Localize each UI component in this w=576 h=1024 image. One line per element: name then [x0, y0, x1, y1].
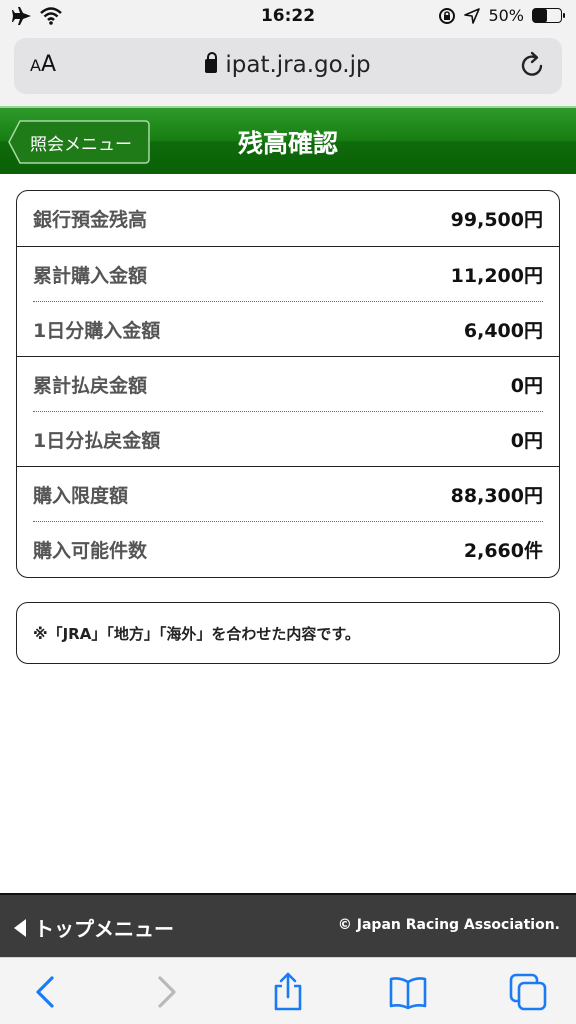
row-label: 購入可能件数 [33, 540, 148, 562]
row-value: 88,300円 [450, 485, 543, 507]
battery-icon [532, 8, 565, 23]
row-value: 99,500円 [450, 209, 543, 231]
left-triangle-icon [14, 918, 26, 937]
table-row: 累計払戻金額 0円 [17, 357, 559, 412]
note-text: ※「JRA」「地方」「海外」を合わせた内容です。 [33, 624, 360, 643]
tabs-icon[interactable] [508, 972, 548, 1012]
row-value: 2,660件 [463, 540, 543, 562]
page-footer: トップメニュー © Japan Racing Association. [0, 893, 576, 957]
status-bar: 16:22 50% [0, 0, 576, 34]
row-value: 6,400円 [463, 320, 543, 342]
row-value: 0円 [510, 430, 543, 452]
orientation-lock-icon [439, 7, 456, 24]
reload-icon[interactable] [518, 50, 548, 80]
top-menu-link[interactable]: トップメニュー [14, 913, 174, 942]
status-right: 50% [438, 6, 565, 25]
page-title: 残高確認 [237, 129, 338, 158]
row-label: 1日分払戻金額 [33, 430, 161, 452]
row-label: 購入限度額 [33, 485, 129, 507]
location-icon [464, 7, 481, 24]
battery-fill [533, 9, 547, 22]
address-bar[interactable]: AA ipat.jra.go.jp [14, 38, 562, 94]
browser-url-area: AA ipat.jra.go.jp [0, 34, 576, 106]
url-label: ipat.jra.go.jp [225, 52, 371, 78]
row-value: 0円 [510, 375, 543, 397]
balance-table: 銀行預金残高 99,500円 累計購入金額 11,200円 1日分購入金額 6,… [16, 190, 560, 578]
battery-percent: 50% [488, 6, 524, 25]
row-label: 累計購入金額 [33, 265, 148, 287]
row-label: 1日分購入金額 [33, 320, 161, 342]
row-value: 11,200円 [450, 265, 543, 287]
row-label: 累計払戻金額 [33, 375, 148, 397]
top-menu-label: トップメニュー [34, 917, 174, 941]
forward-arrow-icon[interactable] [146, 972, 186, 1012]
back-arrow-icon[interactable] [26, 972, 66, 1012]
share-icon[interactable] [268, 972, 308, 1012]
note-box: ※「JRA」「地方」「海外」を合わせた内容です。 [16, 602, 560, 664]
table-row: 1日分購入金額 6,400円 [17, 302, 559, 357]
row-label: 銀行預金残高 [33, 209, 148, 231]
bookmarks-icon[interactable] [388, 972, 428, 1012]
lock-icon [205, 52, 218, 73]
table-row: 購入限度額 88,300円 [17, 467, 559, 522]
page-header: 照会メニュー 残高確認 [0, 106, 576, 174]
table-row: 購入可能件数 2,660件 [17, 522, 559, 577]
table-row: 1日分払戻金額 0円 [17, 412, 559, 467]
table-row: 累計購入金額 11,200円 [17, 247, 559, 302]
table-row: 銀行預金残高 99,500円 [17, 191, 559, 246]
copyright-text: © Japan Racing Association. [337, 917, 560, 933]
url-text[interactable]: ipat.jra.go.jp [14, 52, 562, 78]
browser-toolbar [0, 957, 576, 1024]
